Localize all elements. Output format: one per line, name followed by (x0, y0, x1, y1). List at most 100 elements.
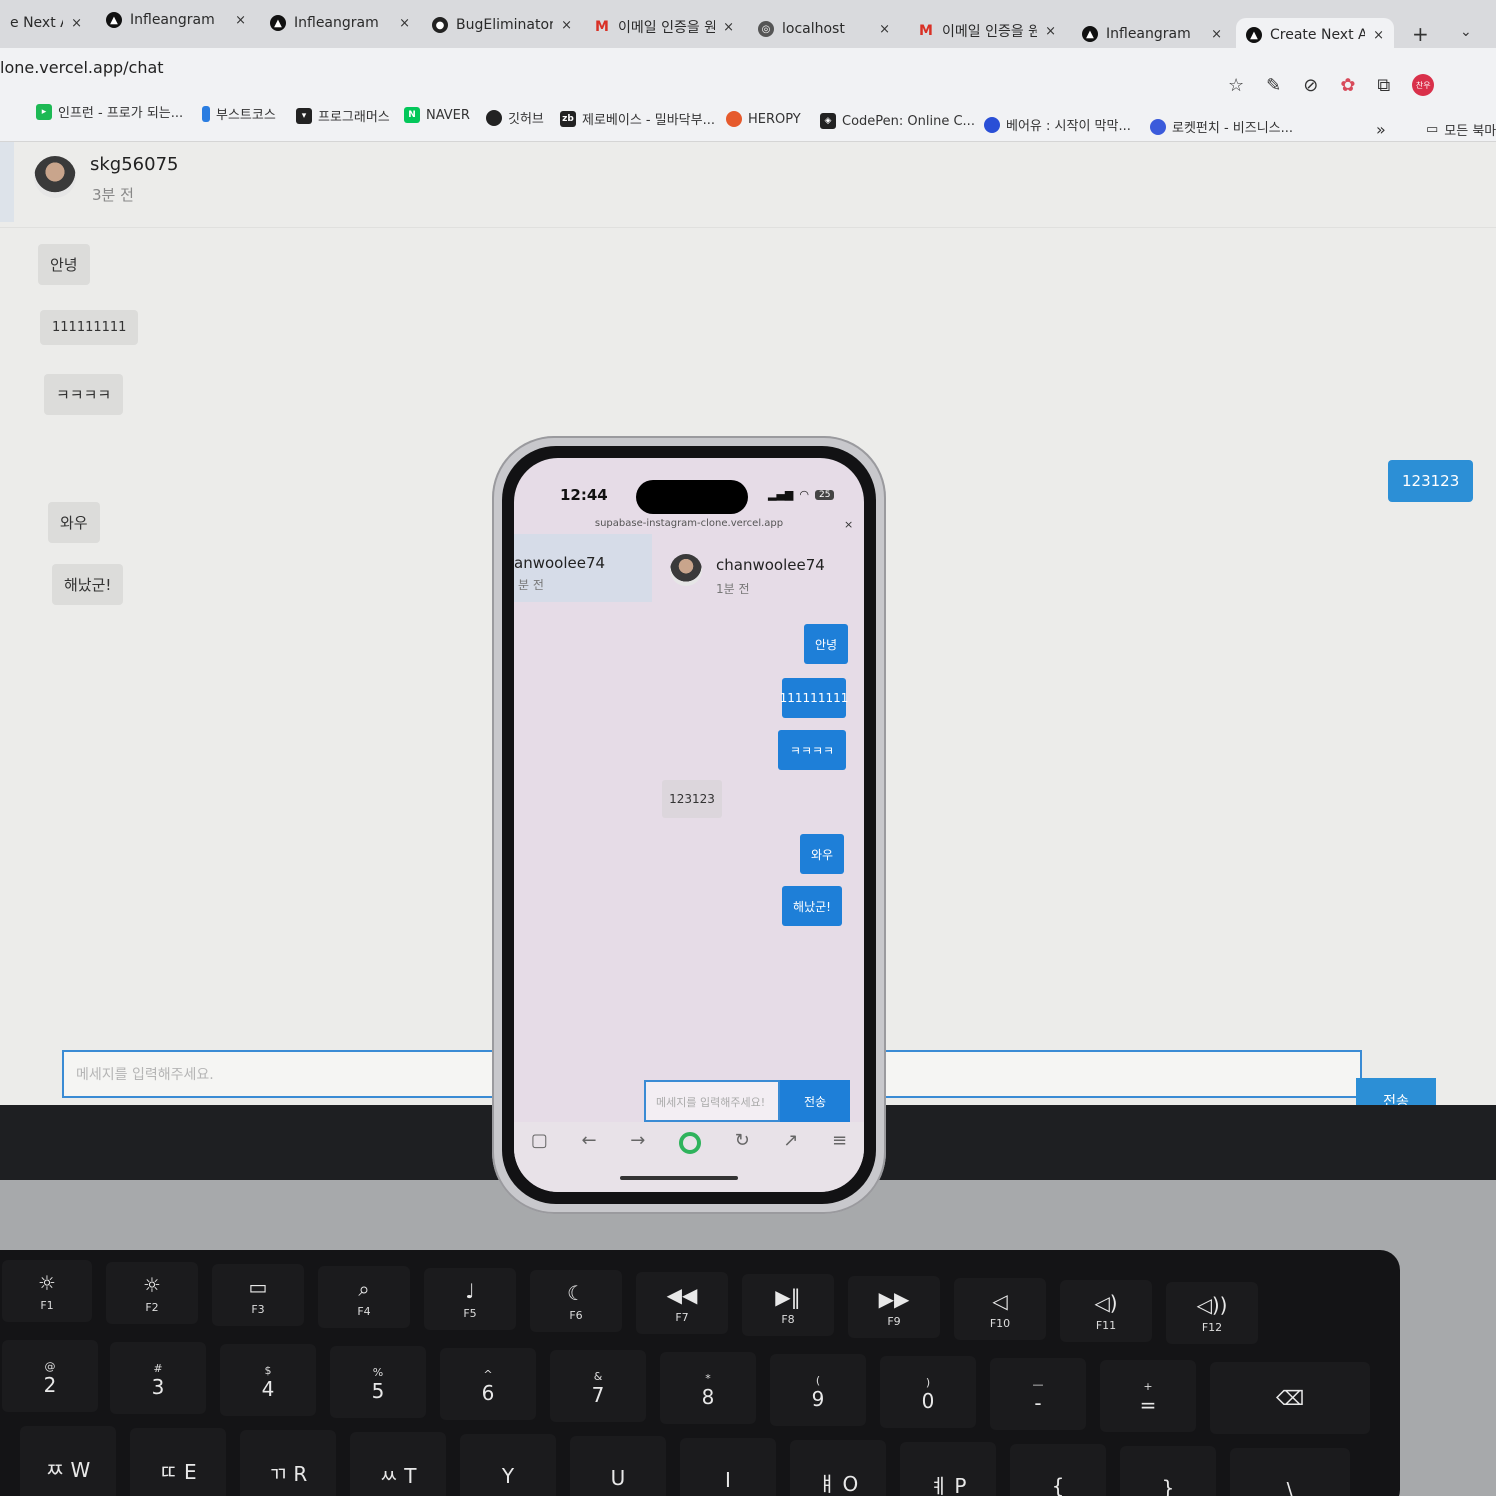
reload-icon[interactable]: ↻ (735, 1130, 750, 1151)
chat-username: chanwoolee74 (716, 556, 825, 574)
key-f7: ◀◀ F7 (636, 1272, 728, 1334)
tab-3[interactable]: ▲ Infleangram × (260, 6, 420, 40)
folder-icon: ▭ (1426, 122, 1439, 137)
key-y: Y (460, 1434, 556, 1496)
bookmark-item[interactable]: ▸ 인프런 - 프로가 되는... (36, 102, 183, 121)
send-button[interactable]: 전송 (1356, 1078, 1436, 1105)
chat-username: skg56075 (90, 154, 179, 175)
naver-icon: N (404, 107, 420, 123)
key-4: $4 (220, 1344, 316, 1416)
new-tab-button[interactable]: + (1412, 22, 1429, 46)
bookmark-item[interactable]: 깃허브 (486, 108, 544, 127)
key-f1: ☼ F1 (2, 1260, 92, 1322)
share-icon[interactable]: ↗ (783, 1130, 798, 1151)
tab-2[interactable]: ▲ Infleangram × (96, 3, 256, 37)
back-icon[interactable]: ← (581, 1130, 596, 1151)
chat-timestamp: 1분 전 (716, 582, 750, 596)
key-f2: ☼ F2 (106, 1262, 198, 1324)
codepen-icon: ◈ (820, 113, 836, 129)
key-e: ㄸ E (130, 1428, 226, 1496)
toolbar-icons: ☆ ✎ ⊘ ✿ ⧉ 찬우 (1228, 74, 1435, 96)
contact-time: 분 전 (518, 578, 544, 592)
avatar (34, 156, 76, 198)
key-right-brace: } (1120, 1446, 1216, 1496)
extension-icon[interactable]: ✿ (1340, 75, 1355, 96)
tab-search-icon[interactable]: ⌄ (1460, 24, 1472, 40)
close-icon[interactable]: × (723, 20, 734, 35)
heropy-icon (726, 111, 742, 127)
received-message: ㅋㅋㅋㅋ (44, 374, 124, 415)
forward-icon[interactable]: → (630, 1130, 645, 1151)
tab-5[interactable]: M 이메일 인증을 원 × (584, 10, 744, 44)
github-icon (486, 109, 502, 126)
all-bookmarks-button[interactable]: ▭ 모든 북마 (1426, 120, 1496, 139)
tab-bar: e Next A × ▲ Infleangram × ▲ Infleangram… (0, 0, 1496, 52)
key-2: @2 (2, 1340, 98, 1412)
received-message: 와우 (48, 502, 100, 543)
close-icon[interactable]: × (1045, 24, 1056, 39)
sent-message: 와우 (800, 834, 844, 874)
phone-bezel: 12:44 ▂▄▆ ◠ 25 supabase-instagram-clone.… (502, 446, 876, 1204)
key-left-brace: { (1010, 1444, 1106, 1496)
tab-4[interactable]: ● BugEliminator × (422, 8, 582, 42)
close-icon[interactable]: × (71, 16, 82, 31)
key-f11: ◁) F11 (1060, 1280, 1152, 1342)
gmail-icon: M (919, 23, 933, 39)
key-o: ㅒ O (790, 1440, 886, 1496)
bookmarks-bar: ▸ 인프런 - 프로가 되는... 부스트코스 ▾ 프로그래머스 N NAVER… (0, 96, 1496, 142)
phone-url[interactable]: supabase-instagram-clone.vercel.app (514, 518, 864, 529)
key-f10: ◁ F10 (954, 1278, 1046, 1340)
tab-6[interactable]: ◎ localhost × (748, 12, 900, 46)
rocketpunch-icon (1150, 118, 1166, 135)
home-icon[interactable] (678, 1132, 701, 1154)
key-minus: — - (990, 1358, 1086, 1430)
close-icon[interactable]: × (1373, 28, 1384, 43)
message-input[interactable]: 메세지를 입력해주세요! (644, 1080, 780, 1122)
profile-avatar[interactable]: 찬우 (1412, 74, 1435, 96)
bookmarks-overflow-button[interactable]: » (1376, 120, 1386, 139)
eyedropper-icon[interactable]: ✎ (1266, 75, 1281, 96)
key-f8: ▶‖ F8 (742, 1274, 834, 1336)
bookmark-item[interactable]: ◈ CodePen: Online C... (820, 113, 975, 129)
key-7: & 7 (550, 1350, 646, 1422)
bookmark-item[interactable]: 부스트코스 (202, 104, 276, 123)
contact-list-item[interactable]: anwoolee74 분 전 (514, 534, 652, 602)
tab-8[interactable]: ▲ Infleangram × (1072, 17, 1232, 51)
tabs-icon[interactable]: ▢ (531, 1130, 548, 1151)
bookmark-item[interactable]: ▾ 프로그래머스 (296, 106, 390, 125)
key-w: ㅉ W (20, 1426, 116, 1496)
bookmark-item[interactable]: zb 제로베이스 - 밀바닥부... (560, 109, 715, 128)
key-9: (9 (770, 1354, 866, 1426)
bookmark-item[interactable]: HEROPY (726, 111, 801, 127)
compass-icon[interactable]: ⊘ (1303, 75, 1318, 96)
bookmark-item[interactable]: 베어유 : 시작이 막막... (984, 115, 1131, 134)
avatar (670, 554, 702, 586)
key-i: I (680, 1438, 776, 1496)
send-button[interactable]: 전송 (780, 1080, 850, 1122)
sent-message: 안녕 (804, 624, 848, 664)
tab-7[interactable]: M 이메일 인증을 원 × (908, 14, 1066, 48)
tab-1[interactable]: e Next A × (0, 6, 92, 40)
key-3: #3 (110, 1342, 206, 1414)
phone-screen: 12:44 ▂▄▆ ◠ 25 supabase-instagram-clone.… (514, 458, 864, 1192)
close-icon[interactable]: × (844, 518, 853, 531)
close-icon[interactable]: × (561, 18, 572, 33)
bookmark-star-icon[interactable]: ☆ (1228, 75, 1244, 96)
received-message: 111111111 (40, 310, 139, 345)
close-icon[interactable]: × (399, 16, 410, 31)
key-r: ㄲ R (240, 1430, 336, 1496)
phone: 12:44 ▂▄▆ ◠ 25 supabase-instagram-clone.… (492, 436, 886, 1214)
zerobase-icon: zb (560, 110, 576, 127)
close-icon[interactable]: × (1211, 27, 1222, 42)
close-icon[interactable]: × (879, 22, 890, 37)
close-icon[interactable]: × (235, 13, 246, 28)
dynamic-island (636, 480, 748, 514)
url-field[interactable]: lone.vercel.app/chat (0, 58, 164, 77)
bookmark-item[interactable]: 로켓펀치 - 비즈니스... (1150, 117, 1293, 136)
puzzle-icon[interactable]: ⧉ (1377, 75, 1390, 96)
menu-icon[interactable]: ≡ (832, 1130, 847, 1151)
browser-nav-bar: ▢ ← → ↻ ↗ ≡ (514, 1122, 864, 1192)
bookmark-item[interactable]: N NAVER (404, 107, 470, 123)
tab-9-active[interactable]: ▲ Create Next A × (1236, 18, 1394, 52)
signal-icon: ▂▄▆ (768, 488, 794, 501)
